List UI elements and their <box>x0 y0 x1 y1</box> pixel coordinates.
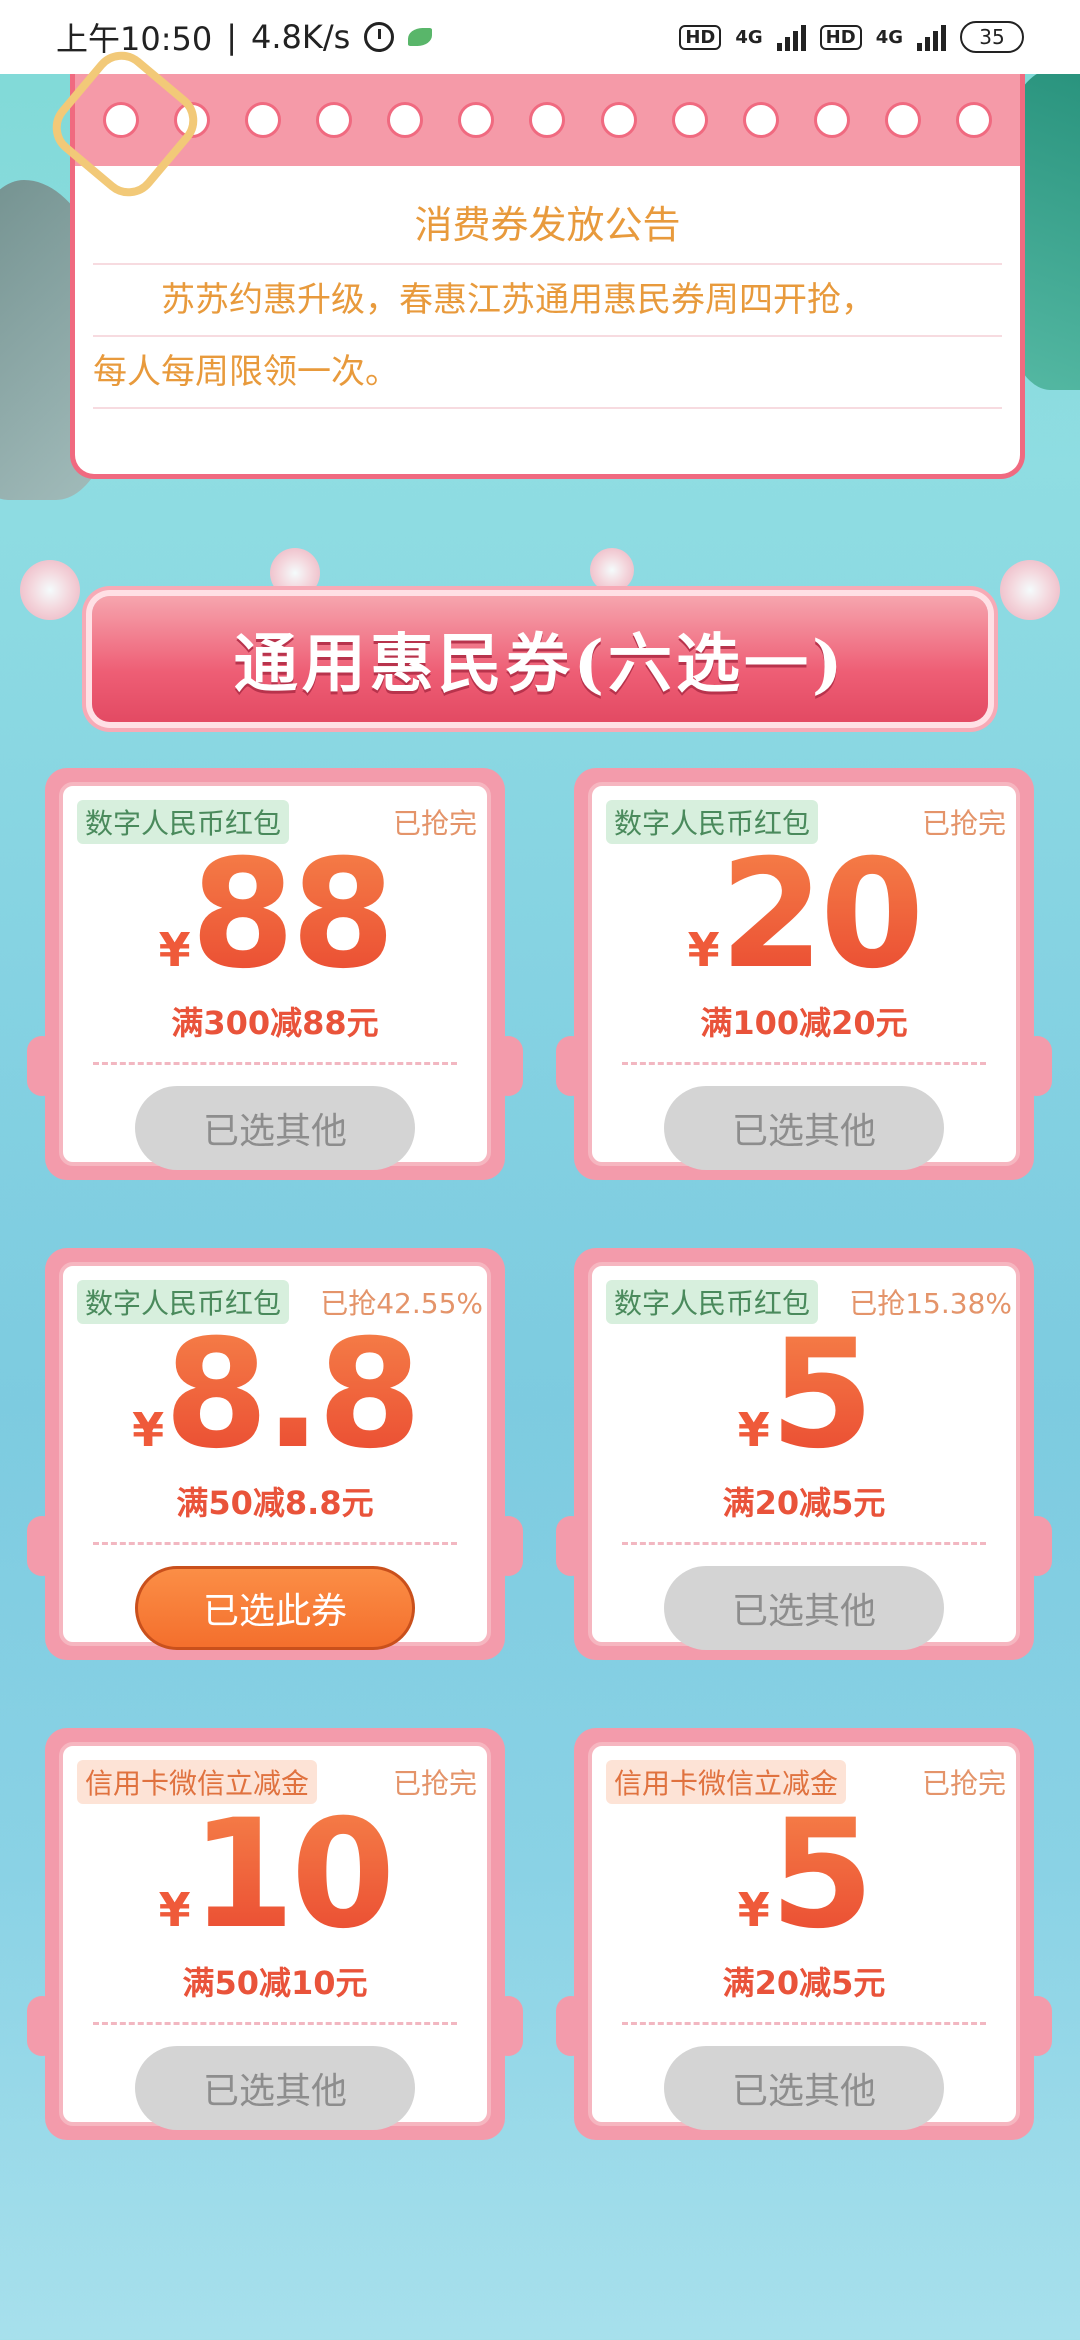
hd-icon: HD <box>819 24 862 50</box>
ring-icon <box>529 102 566 138</box>
coupon-status: 已抢15.38% <box>849 1287 1012 1320</box>
ring-icon <box>387 102 424 138</box>
coupon-card[interactable]: 数字人民币红包 已抢完 ¥88 满300减88元 已选其他 <box>27 768 523 1180</box>
select-coupon-button[interactable]: 已选其他 <box>135 2046 415 2130</box>
ticket-notch <box>27 1036 57 1096</box>
divider: | <box>226 18 238 56</box>
dashed-divider <box>93 2022 457 2025</box>
blossom-decoration <box>270 548 320 598</box>
blossom-decoration <box>1000 560 1060 620</box>
blossom-decoration <box>590 548 634 592</box>
ticket-notch <box>27 1516 57 1576</box>
notebook-rings <box>75 74 1020 166</box>
ring-icon <box>315 102 352 138</box>
coupon-card[interactable]: 数字人民币红包 已抢42.55% ¥8.8 满50减8.8元 已选此券 <box>27 1248 523 1660</box>
currency-symbol: ¥ <box>737 1883 770 1937</box>
announcement-line: 每人每周限领一次。 <box>93 337 1002 409</box>
coupon-amount: ¥20 <box>592 840 1016 990</box>
dashed-divider <box>622 1062 986 1065</box>
coupon-card[interactable]: 数字人民币红包 已抢15.38% ¥5 满20减5元 已选其他 <box>556 1248 1052 1660</box>
app-notification-icon <box>408 28 433 46</box>
ring-icon <box>671 102 708 138</box>
ticket-notch <box>1022 1516 1052 1576</box>
ring-icon <box>244 102 281 138</box>
alarm-icon <box>364 22 395 52</box>
coupon-status: 已抢完 <box>921 807 1006 840</box>
hd-icon: HD <box>679 24 722 50</box>
coupon-amount: ¥5 <box>592 1800 1016 1950</box>
ring-icon <box>600 102 637 138</box>
coupon-condition: 满50减10元 <box>182 1964 368 2002</box>
currency-symbol: ¥ <box>737 1403 770 1457</box>
coupon-card[interactable]: 信用卡微信立减金 已抢完 ¥10 满50减10元 已选其他 <box>27 1728 523 2140</box>
announcement-line: 苏苏约惠升级，春惠江苏通用惠民券周四开抢， <box>93 265 1002 337</box>
coupon-amount: ¥88 <box>63 840 487 990</box>
select-coupon-button[interactable]: 已选其他 <box>664 1086 944 1170</box>
dashed-divider <box>622 1542 986 1545</box>
coupon-amount: ¥10 <box>63 1800 487 1950</box>
network-speed: 4.8K/s <box>251 18 351 56</box>
ticket-notch <box>493 1516 523 1576</box>
ring-icon <box>885 102 922 138</box>
amount-value: 5 <box>769 1788 874 1962</box>
ring-icon <box>742 102 779 138</box>
ring-icon <box>956 102 993 138</box>
announcement-card: 消费券发放公告 苏苏约惠升级，春惠江苏通用惠民券周四开抢， 每人每周限领一次。 <box>40 39 1025 479</box>
coupon-amount: ¥8.8 <box>63 1320 487 1470</box>
coupon-condition: 满50减8.8元 <box>176 1484 374 1522</box>
ticket-notch <box>556 1516 586 1576</box>
dashed-divider <box>93 1062 457 1065</box>
currency-symbol: ¥ <box>158 1883 191 1937</box>
status-bar: 上午10:50 | 4.8K/s HD 4G HD 4G 35 <box>0 0 1080 74</box>
ticket-notch <box>493 1996 523 2056</box>
ticket-notch <box>1022 1036 1052 1096</box>
dashed-divider <box>622 2022 986 2025</box>
announcement-body: 苏苏约惠升级，春惠江苏通用惠民券周四开抢， 每人每周限领一次。 <box>75 265 1020 409</box>
select-coupon-button[interactable]: 已选其他 <box>664 1566 944 1650</box>
section-banner: 通用惠民券(六选一) <box>92 596 988 722</box>
clock: 上午10:50 <box>56 20 213 58</box>
network-type: 4G <box>875 26 903 48</box>
amount-value: 10 <box>190 1788 396 1962</box>
battery-icon: 35 <box>960 21 1024 53</box>
amount-value: 8.8 <box>164 1308 422 1482</box>
ticket-notch <box>27 1996 57 2056</box>
ticket-notch <box>556 1036 586 1096</box>
blossom-decoration <box>20 560 80 620</box>
select-coupon-button[interactable]: 已选其他 <box>135 1086 415 1170</box>
amount-value: 20 <box>719 828 925 1002</box>
coupon-condition: 满20减5元 <box>722 1484 886 1522</box>
select-coupon-button[interactable]: 已选其他 <box>664 2046 944 2130</box>
coupon-card[interactable]: 数字人民币红包 已抢完 ¥20 满100减20元 已选其他 <box>556 768 1052 1180</box>
ticket-notch <box>556 1996 586 2056</box>
ring-icon <box>458 102 495 138</box>
ring-icon <box>813 102 850 138</box>
coupon-status: 已抢完 <box>921 1767 1006 1800</box>
signal-icon <box>776 23 806 51</box>
coupon-condition: 满300减88元 <box>171 1004 379 1042</box>
signal-icon <box>917 23 946 51</box>
amount-value: 5 <box>769 1308 874 1482</box>
coupon-status: 已抢完 <box>392 807 477 840</box>
currency-symbol: ¥ <box>132 1403 165 1457</box>
announcement-title: 消费券发放公告 <box>414 203 681 247</box>
section-title: 通用惠民券(六选一) <box>233 627 847 702</box>
ticket-notch <box>1022 1996 1052 2056</box>
coupon-condition: 满100减20元 <box>700 1004 908 1042</box>
amount-value: 88 <box>190 828 396 1002</box>
currency-symbol: ¥ <box>158 923 191 977</box>
coupon-amount: ¥5 <box>592 1320 1016 1470</box>
selected-coupon-button[interactable]: 已选此券 <box>135 1566 415 1650</box>
coupon-card[interactable]: 信用卡微信立减金 已抢完 ¥5 满20减5元 已选其他 <box>556 1728 1052 2140</box>
network-type: 4G <box>735 26 763 48</box>
dashed-divider <box>93 1542 457 1545</box>
coupon-status: 已抢完 <box>392 1767 477 1800</box>
coupon-condition: 满20减5元 <box>722 1964 886 2002</box>
ticket-notch <box>493 1036 523 1096</box>
currency-symbol: ¥ <box>687 923 720 977</box>
